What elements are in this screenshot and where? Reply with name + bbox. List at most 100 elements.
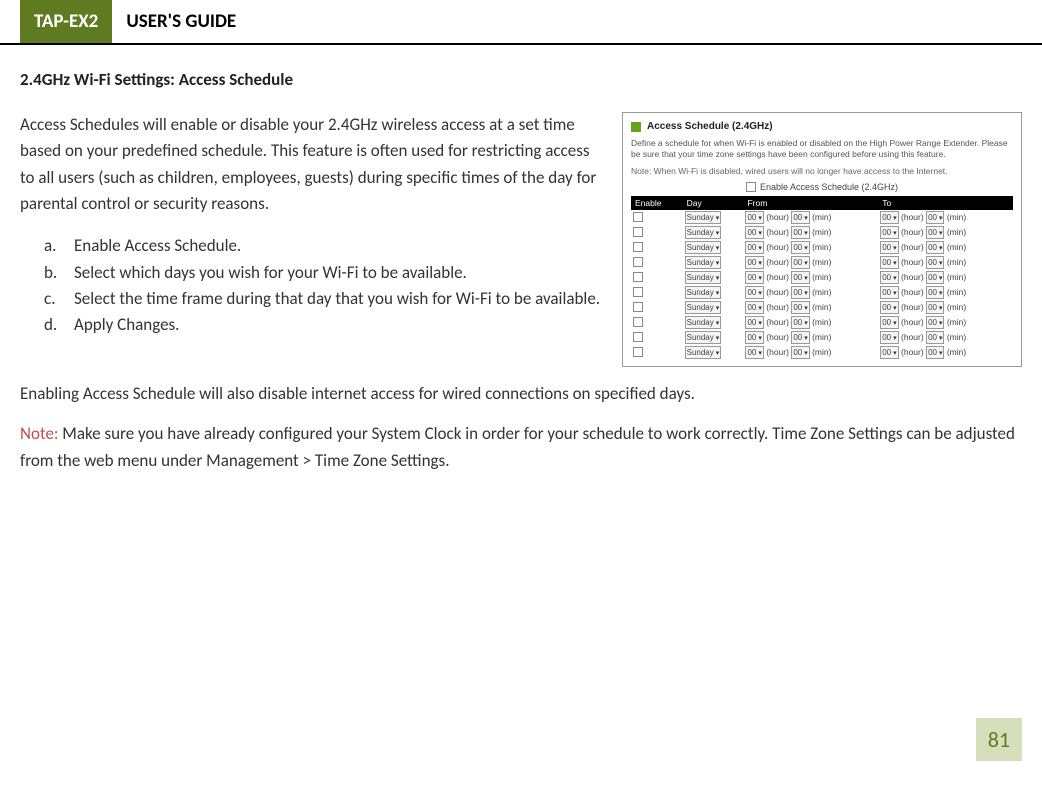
dropdown[interactable]: 00▾ xyxy=(880,316,898,329)
chevron-down-icon: ▾ xyxy=(893,244,897,252)
row-enable-checkbox[interactable] xyxy=(633,317,643,327)
chevron-down-icon: ▾ xyxy=(758,349,762,357)
row-enable-checkbox[interactable] xyxy=(633,347,643,357)
dropdown[interactable]: 00▾ xyxy=(880,226,898,239)
dropdown[interactable]: 00▾ xyxy=(926,241,944,254)
dropdown[interactable]: Sunday▾ xyxy=(685,346,722,359)
dropdown[interactable]: 00▾ xyxy=(880,241,898,254)
steps-list: a.Enable Access Schedule.b.Select which … xyxy=(44,233,606,338)
enable-schedule-checkbox[interactable] xyxy=(746,182,756,192)
dropdown[interactable]: 00▾ xyxy=(745,241,763,254)
col-day: Day xyxy=(683,196,744,210)
list-text: Select which days you wish for your Wi-F… xyxy=(74,260,467,286)
dropdown[interactable]: 00▾ xyxy=(926,226,944,239)
dropdown[interactable]: Sunday▾ xyxy=(685,211,722,224)
row-enable-checkbox[interactable] xyxy=(633,257,643,267)
chevron-down-icon: ▾ xyxy=(893,319,897,327)
dropdown[interactable]: 00▾ xyxy=(791,256,809,269)
chevron-down-icon: ▾ xyxy=(804,244,808,252)
chevron-down-icon: ▾ xyxy=(758,289,762,297)
chevron-down-icon: ▾ xyxy=(758,304,762,312)
dropdown[interactable]: 00▾ xyxy=(745,331,763,344)
dropdown[interactable]: Sunday▾ xyxy=(685,286,722,299)
dropdown[interactable]: 00▾ xyxy=(745,346,763,359)
row-enable-checkbox[interactable] xyxy=(633,302,643,312)
dropdown[interactable]: 00▾ xyxy=(880,271,898,284)
dropdown[interactable]: 00▾ xyxy=(791,271,809,284)
dropdown[interactable]: 00▾ xyxy=(791,316,809,329)
dropdown[interactable]: 00▾ xyxy=(880,331,898,344)
chevron-down-icon: ▾ xyxy=(716,334,720,342)
dropdown[interactable]: 00▾ xyxy=(926,301,944,314)
post-paragraph: Enabling Access Schedule will also disab… xyxy=(20,381,1022,407)
table-row: Sunday▾00▾ (hour) 00▾ (min)00▾ (hour) 00… xyxy=(631,315,1013,330)
dropdown[interactable]: 00▾ xyxy=(745,301,763,314)
dropdown[interactable]: 00▾ xyxy=(745,271,763,284)
chevron-down-icon: ▾ xyxy=(716,349,720,357)
dropdown[interactable]: 00▾ xyxy=(791,241,809,254)
dropdown[interactable]: 00▾ xyxy=(880,256,898,269)
dropdown[interactable]: Sunday▾ xyxy=(685,226,722,239)
row-enable-checkbox[interactable] xyxy=(633,332,643,342)
list-text: Enable Access Schedule. xyxy=(74,233,241,259)
chevron-down-icon: ▾ xyxy=(716,319,720,327)
dropdown[interactable]: 00▾ xyxy=(745,211,763,224)
dropdown[interactable]: 00▾ xyxy=(745,226,763,239)
dropdown[interactable]: 00▾ xyxy=(791,211,809,224)
row-enable-checkbox[interactable] xyxy=(633,287,643,297)
dropdown[interactable]: 00▾ xyxy=(791,226,809,239)
dropdown[interactable]: 00▾ xyxy=(926,316,944,329)
dropdown[interactable]: 00▾ xyxy=(745,316,763,329)
embedded-screenshot: Access Schedule (2.4GHz) Define a schedu… xyxy=(622,112,1022,367)
dropdown[interactable]: 00▾ xyxy=(880,211,898,224)
chevron-down-icon: ▾ xyxy=(939,349,943,357)
table-row: Sunday▾00▾ (hour) 00▾ (min)00▾ (hour) 00… xyxy=(631,300,1013,315)
dropdown[interactable]: Sunday▾ xyxy=(685,316,722,329)
dropdown[interactable]: 00▾ xyxy=(880,346,898,359)
list-item: a.Enable Access Schedule. xyxy=(44,233,606,259)
dropdown[interactable]: 00▾ xyxy=(926,331,944,344)
dropdown[interactable]: 00▾ xyxy=(926,271,944,284)
dropdown[interactable]: 00▾ xyxy=(791,346,809,359)
dropdown[interactable]: 00▾ xyxy=(926,211,944,224)
table-row: Sunday▾00▾ (hour) 00▾ (min)00▾ (hour) 00… xyxy=(631,330,1013,345)
chevron-down-icon: ▾ xyxy=(758,319,762,327)
dropdown[interactable]: 00▾ xyxy=(880,301,898,314)
chevron-down-icon: ▾ xyxy=(758,334,762,342)
chevron-down-icon: ▾ xyxy=(939,244,943,252)
chevron-down-icon: ▾ xyxy=(804,259,808,267)
chevron-down-icon: ▾ xyxy=(758,214,762,222)
dropdown[interactable]: 00▾ xyxy=(791,286,809,299)
chevron-down-icon: ▾ xyxy=(939,289,943,297)
dropdown[interactable]: 00▾ xyxy=(791,301,809,314)
row-enable-checkbox[interactable] xyxy=(633,212,643,222)
chevron-down-icon: ▾ xyxy=(804,229,808,237)
chevron-down-icon: ▾ xyxy=(716,244,720,252)
chevron-down-icon: ▾ xyxy=(804,304,808,312)
chevron-down-icon: ▾ xyxy=(804,334,808,342)
dropdown[interactable]: 00▾ xyxy=(745,286,763,299)
list-item: b.Select which days you wish for your Wi… xyxy=(44,260,606,286)
dropdown[interactable]: 00▾ xyxy=(880,286,898,299)
intro-paragraph: Access Schedules will enable or disable … xyxy=(20,112,606,217)
dropdown[interactable]: 00▾ xyxy=(791,331,809,344)
dropdown[interactable]: Sunday▾ xyxy=(685,301,722,314)
row-enable-checkbox[interactable] xyxy=(633,242,643,252)
row-enable-checkbox[interactable] xyxy=(633,227,643,237)
chevron-down-icon: ▾ xyxy=(758,274,762,282)
chevron-down-icon: ▾ xyxy=(716,289,720,297)
dropdown[interactable]: Sunday▾ xyxy=(685,271,722,284)
dropdown[interactable]: 00▾ xyxy=(926,256,944,269)
panel-description: Define a schedule for when Wi-Fi is enab… xyxy=(631,138,1013,160)
panel-title: Access Schedule (2.4GHz) xyxy=(647,121,773,132)
row-enable-checkbox[interactable] xyxy=(633,272,643,282)
dropdown[interactable]: 00▾ xyxy=(926,286,944,299)
enable-schedule-label: Enable Access Schedule (2.4GHz) xyxy=(760,182,898,192)
chevron-down-icon: ▾ xyxy=(939,319,943,327)
chevron-down-icon: ▾ xyxy=(939,214,943,222)
dropdown[interactable]: Sunday▾ xyxy=(685,241,722,254)
dropdown[interactable]: Sunday▾ xyxy=(685,256,722,269)
dropdown[interactable]: Sunday▾ xyxy=(685,331,722,344)
dropdown[interactable]: 00▾ xyxy=(926,346,944,359)
dropdown[interactable]: 00▾ xyxy=(745,256,763,269)
